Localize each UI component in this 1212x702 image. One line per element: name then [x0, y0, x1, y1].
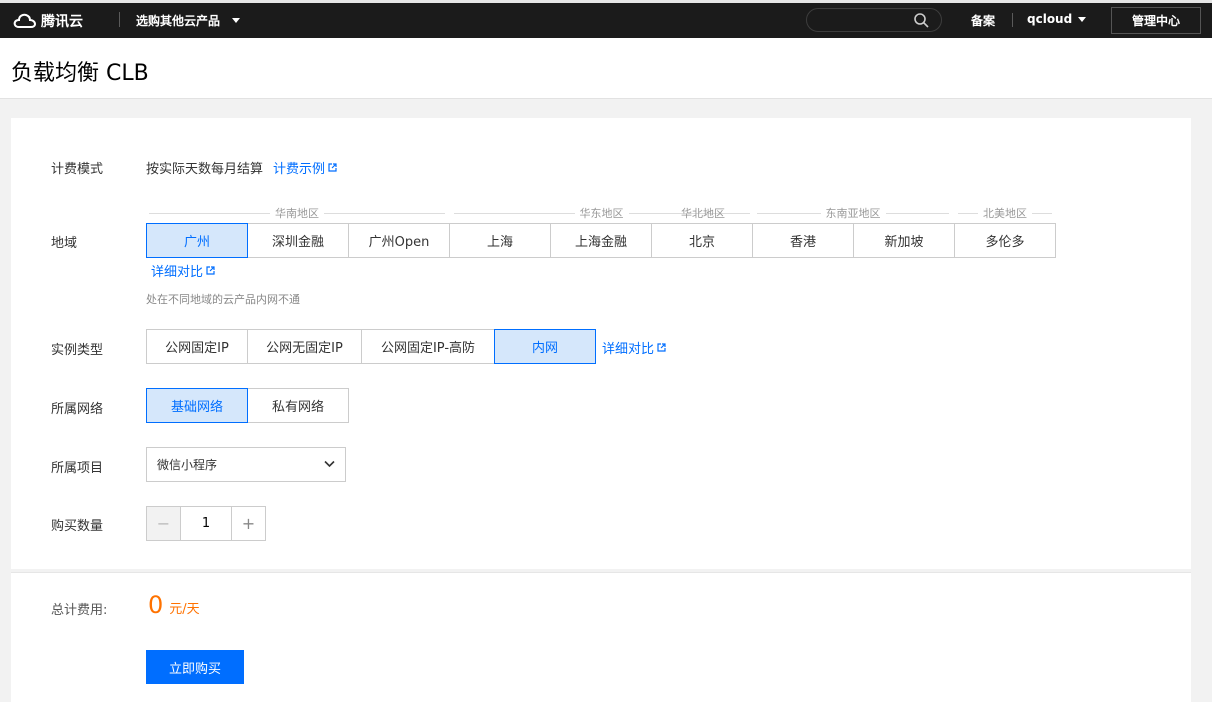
total-price-unit: 元/天: [169, 602, 200, 617]
external-link-icon: [328, 163, 337, 172]
decrement-button[interactable]: −: [146, 506, 181, 541]
increment-button[interactable]: +: [231, 506, 266, 541]
external-link-icon: [657, 343, 666, 352]
network-option-vpc[interactable]: 私有网络: [247, 388, 349, 423]
tencent-cloud-logo[interactable]: 腾讯云: [13, 11, 83, 31]
products-menu-label: 选购其他云产品: [136, 14, 221, 28]
user-name: qcloud: [1027, 12, 1073, 26]
quantity-label: 购买数量: [51, 519, 104, 534]
project-select[interactable]: 微信小程序: [146, 447, 346, 482]
external-link-icon: [206, 266, 215, 275]
nav-divider: [119, 12, 120, 27]
billing-value-row: 按实际天数每月结算 计费示例: [146, 158, 337, 177]
region-option-shenzhen-finance[interactable]: 深圳金融: [247, 223, 349, 258]
region-option-singapore[interactable]: 新加坡: [853, 223, 955, 258]
network-option-basic[interactable]: 基础网络: [146, 388, 248, 423]
network-selector: 基础网络 私有网络: [146, 388, 349, 423]
quantity-input[interactable]: 1: [181, 506, 231, 541]
region-group-label: 华东地区: [579, 207, 624, 220]
region-group-label: 华南地区: [275, 207, 319, 220]
top-nav-bar: 腾讯云 选购其他云产品 备案 qcloud 管理中心: [0, 0, 1212, 38]
instance-type-public-fixed-ip-ddos[interactable]: 公网固定IP-高防: [361, 329, 495, 364]
region-group-label: 东南亚地区: [825, 207, 881, 220]
region-option-guangzhou-open[interactable]: 广州Open: [348, 223, 450, 258]
region-group-north: 华北地区: [656, 206, 750, 220]
instance-compare-row: 详细对比: [602, 338, 666, 357]
region-label: 地域: [51, 236, 78, 251]
instance-compare-text: 详细对比: [602, 342, 655, 357]
region-group-southeast-asia: 东南亚地区: [757, 206, 949, 220]
nav-divider: [1012, 13, 1013, 27]
billing-label: 计费模式: [51, 162, 104, 177]
project-selected-value: 微信小程序: [157, 458, 218, 472]
network-label: 所属网络: [51, 402, 104, 417]
region-compare-link[interactable]: 详细对比: [151, 261, 215, 280]
quantity-stepper: − 1 +: [146, 506, 266, 541]
region-group-south: 华南地区: [149, 206, 445, 220]
order-summary: 总计费用: 0 元/天 立即购买: [11, 572, 1191, 702]
billing-value: 按实际天数每月结算: [146, 162, 264, 177]
search-icon[interactable]: [914, 13, 929, 28]
cloud-logo-icon: [13, 13, 37, 28]
instance-type-private[interactable]: 内网: [494, 329, 596, 364]
buy-now-button[interactable]: 立即购买: [146, 650, 244, 684]
instance-type-label: 实例类型: [51, 343, 104, 358]
purchase-form: 计费模式 按实际天数每月结算 计费示例 华南地区 华东地区 华北地区 东南亚地区…: [11, 118, 1191, 569]
caret-down-icon: [232, 18, 241, 23]
instance-type-selector: 公网固定IP 公网无固定IP 公网固定IP-高防 内网: [146, 329, 596, 364]
region-hint: 处在不同地域的云产品内网不通: [146, 293, 300, 306]
project-label: 所属项目: [51, 461, 104, 476]
region-compare-row: 详细对比: [151, 261, 215, 280]
region-selector: 广州 深圳金融 广州Open 上海 上海金融 北京 香港 新加坡 多伦多: [146, 223, 1056, 258]
instance-compare-link[interactable]: 详细对比: [602, 338, 666, 357]
products-menu[interactable]: 选购其他云产品: [136, 12, 241, 29]
billing-example-link[interactable]: 计费示例: [273, 158, 337, 177]
region-group-label: 华北地区: [681, 207, 725, 220]
region-compare-text: 详细对比: [151, 265, 204, 280]
instance-type-public-fixed-ip[interactable]: 公网固定IP: [146, 329, 248, 364]
total-price-amount: 0: [148, 591, 164, 619]
chevron-down-icon: [324, 460, 335, 468]
region-group-north-america: 北美地区: [958, 206, 1052, 220]
region-option-hongkong[interactable]: 香港: [752, 223, 854, 258]
caret-down-icon: [1078, 16, 1087, 22]
region-option-toronto[interactable]: 多伦多: [954, 223, 1056, 258]
region-group-headers: 华南地区 华东地区 华北地区 东南亚地区 北美地区: [146, 206, 1056, 220]
title-bar: 负载均衡 CLB: [0, 38, 1212, 99]
total-price: 0 元/天: [148, 591, 200, 619]
total-cost-label: 总计费用:: [51, 603, 108, 618]
region-option-beijing[interactable]: 北京: [651, 223, 753, 258]
search-input[interactable]: [806, 8, 942, 32]
console-button[interactable]: 管理中心: [1111, 7, 1201, 34]
page-title: 负载均衡 CLB: [11, 61, 149, 86]
instance-type-public-no-fixed-ip[interactable]: 公网无固定IP: [247, 329, 362, 364]
billing-example-text: 计费示例: [273, 162, 326, 177]
beian-link[interactable]: 备案: [971, 12, 995, 29]
user-menu[interactable]: qcloud: [1027, 12, 1087, 26]
region-group-label: 北美地区: [983, 207, 1027, 220]
region-option-guangzhou[interactable]: 广州: [146, 223, 248, 258]
region-option-shanghai-finance[interactable]: 上海金融: [550, 223, 652, 258]
logo-text: 腾讯云: [41, 14, 83, 30]
region-option-shanghai[interactable]: 上海: [449, 223, 551, 258]
